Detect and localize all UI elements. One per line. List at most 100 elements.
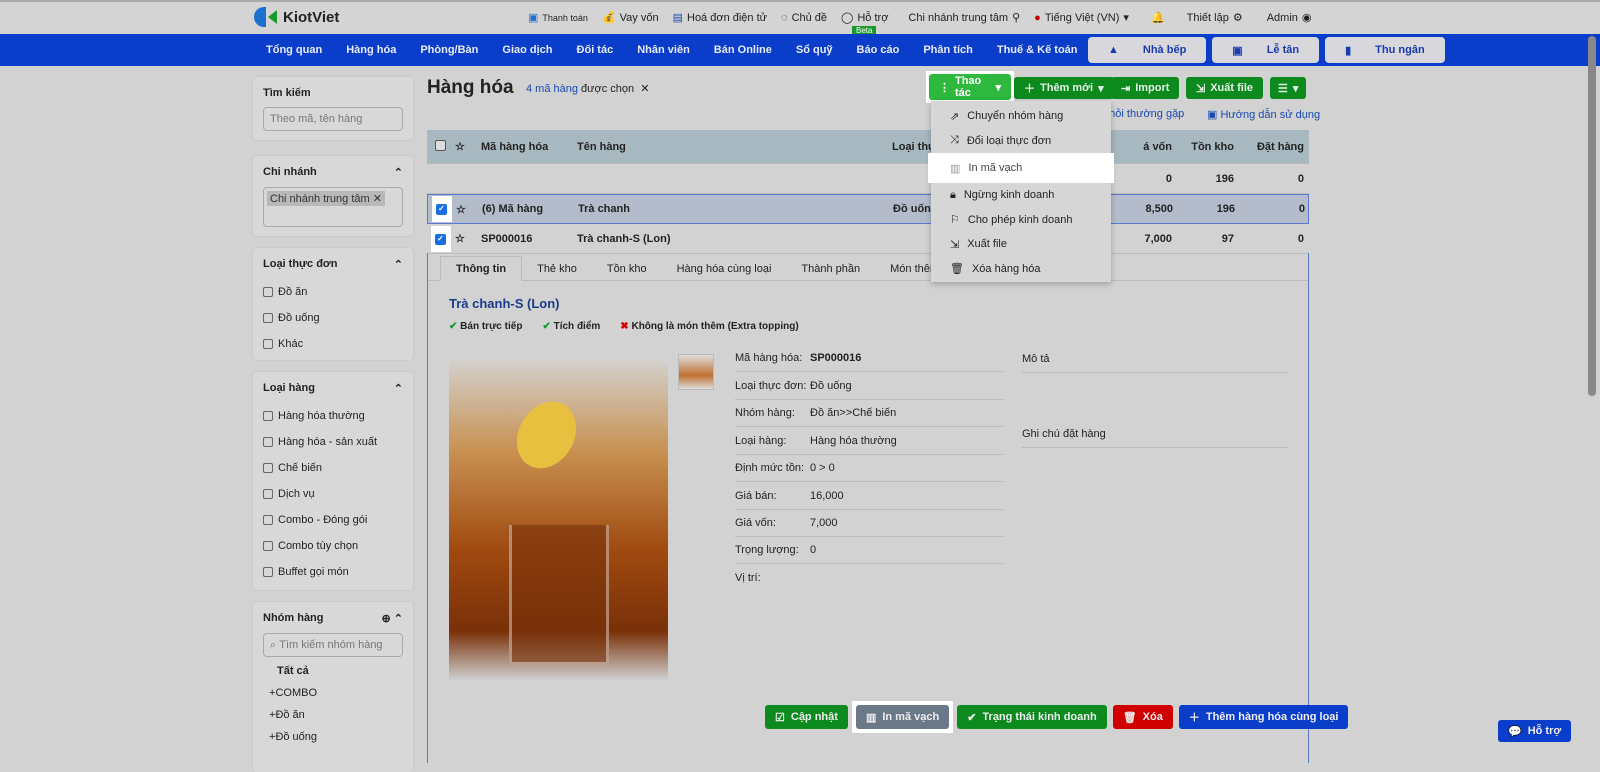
clear-selection-icon[interactable]: ✕ [640, 83, 649, 95]
update-button[interactable]: ☑ Cập nhật [765, 705, 848, 729]
user-icon: ◉ [1301, 12, 1312, 24]
actions-menu: ⇗ Chuyển nhóm hàng ⤨ Đổi loại thực đơn ▥ In… [928, 101, 1114, 282]
row-checkbox[interactable]: ✓ [427, 225, 455, 252]
branch-selector[interactable]: Chi nhánh trung tâm ⚲ [908, 11, 1020, 25]
flag-icon: ⚐ [950, 214, 960, 227]
nav-giao-dich[interactable]: Giao dịch [490, 44, 564, 56]
faq-link[interactable]: u hỏi thường gặp [1100, 108, 1184, 120]
goods-type-item[interactable]: Hàng hóa - sản xuất [263, 429, 403, 455]
cashier-button[interactable]: ▮ Thu ngân [1325, 37, 1445, 63]
goods-type-item[interactable]: Chế biến [263, 455, 403, 481]
groups-panel: Nhóm hàng ⊕ ⌃ ⌕ Tìm kiếm nhóm hàng Tất cả… [253, 602, 413, 772]
menu-item-change-menu-type[interactable]: ⤨ Đổi loại thực đơn [931, 129, 1111, 154]
menu-item-print-barcode[interactable]: ▥ In mã vạch [928, 153, 1114, 183]
actions-button[interactable]: ⋮ Thao tác ▾ [929, 74, 1011, 100]
nav-ban-online[interactable]: Bán Online [702, 44, 784, 56]
print-barcode-button[interactable]: ▥ In mã vạch [855, 705, 950, 729]
group-item[interactable]: +Đồ ăn [263, 709, 403, 731]
trash-icon: 🗑 [1122, 711, 1137, 724]
table-row[interactable]: ✓ ☆ (6) Mã hàng Trà chanh Đồ uống 8,500 … [427, 194, 1309, 224]
chevron-up-icon[interactable]: ⌃ [394, 613, 403, 625]
menu-item-stop-business[interactable]: 🔒︎ Ngừng kinh doanh [931, 183, 1111, 208]
chat-icon: 💬 [1508, 725, 1522, 738]
goods-type-item[interactable]: Dịch vụ [263, 481, 403, 507]
nav-phong-ban[interactable]: Phòng/Bàn [408, 44, 490, 56]
column-toggle-button[interactable]: ☰ ▾ [1270, 77, 1307, 99]
goods-type-item[interactable]: Combo tùy chọn [263, 533, 403, 559]
nav-bao-cao[interactable]: Báo cáo [845, 44, 912, 56]
bell-icon[interactable]: 🔔 [1151, 11, 1165, 24]
payment-icon: ▣ [528, 12, 539, 24]
chevron-up-icon[interactable]: ⌃ [394, 258, 403, 271]
nav-phan-tich[interactable]: Phân tích [911, 44, 985, 56]
nav-thue-ke-toan[interactable]: Thuế & Kế toán [985, 44, 1090, 56]
group-search-input[interactable]: ⌕ Tìm kiếm nhóm hàng [263, 633, 403, 657]
group-item[interactable]: +Đồ uống [263, 731, 403, 753]
guide-link[interactable]: ▣ Hướng dẫn sử dụng [1207, 108, 1320, 121]
order-note-label: Ghi chú đặt hàng [1022, 420, 1288, 448]
menu-item-allow-business[interactable]: ⚐ Cho phép kinh doanh [931, 208, 1111, 233]
add-group-icon[interactable]: ⊕ [382, 613, 391, 625]
language-selector[interactable]: ● Tiếng Việt (VN) ▾ [1034, 11, 1129, 25]
nav-nhan-vien[interactable]: Nhân viên [625, 44, 702, 56]
menu-item-delete[interactable]: 🗑 Xóa hàng hóa [931, 257, 1111, 282]
chevron-up-icon[interactable]: ⌃ [394, 166, 403, 179]
field-row: Giá vốn: 7,000 [735, 510, 1003, 537]
admin-menu[interactable]: Admin ◉ [1267, 11, 1312, 25]
product-thumbnail[interactable] [678, 354, 714, 390]
description-label: Mô tả [1022, 345, 1288, 373]
delete-button[interactable]: 🗑 Xóa [1112, 705, 1173, 729]
theme-link[interactable]: ◌ Chủ đề [781, 12, 827, 24]
table-row[interactable]: ✓ ☆ SP000016 Trà chanh-S (Lon) 7,000 97 … [427, 224, 1309, 254]
selected-count-link[interactable]: 4 mã hàng [526, 83, 578, 95]
row-checkbox[interactable]: ✓ [428, 196, 456, 222]
goods-type-item[interactable]: Buffet gọi món [263, 559, 403, 585]
tab-ton-kho[interactable]: Tồn kho [592, 256, 662, 281]
goods-type-item[interactable]: Combo - Đóng gói [263, 507, 403, 533]
star-icon[interactable]: ☆ [455, 140, 481, 153]
tab-thanh-phan[interactable]: Thành phần [786, 256, 875, 281]
vn-flag-icon: ● [1034, 11, 1041, 24]
nav-doi-tac[interactable]: Đối tác [565, 44, 626, 56]
tab-the-kho[interactable]: Thẻ kho [522, 256, 592, 281]
add-same-type-button[interactable]: ＋ Thêm hàng hóa cùng loại [1178, 705, 1349, 729]
kitchen-button[interactable]: ▲ Nhà bếp [1088, 37, 1207, 63]
export-button[interactable]: ⇲ Xuất file [1186, 77, 1264, 99]
support-link[interactable]: ◯ Hỗ trợ [841, 11, 888, 25]
goods-type-item[interactable]: Hàng hóa thường [263, 403, 403, 429]
nav-hang-hoa[interactable]: Hàng hóa [334, 44, 408, 56]
reception-button[interactable]: ▣ Lễ tân [1212, 37, 1320, 63]
select-all-checkbox[interactable] [427, 139, 455, 154]
payment-link[interactable]: ▣ Thanh toán [528, 11, 588, 24]
import-button[interactable]: ⇥ Import [1111, 77, 1180, 99]
group-item[interactable]: +COMBO [263, 687, 403, 709]
einvoice-link[interactable]: ▤ Hoá đơn điện tử [673, 11, 767, 25]
add-new-button[interactable]: ＋ Thêm mới ▾ [1014, 77, 1114, 99]
support-chat-button[interactable]: 💬 Hỗ trợ [1498, 720, 1572, 742]
nav-so-quy[interactable]: Sổ quỹ [784, 44, 845, 56]
scrollbar[interactable] [1588, 36, 1596, 396]
remove-tag-icon[interactable]: ✕ [373, 193, 382, 205]
trash-icon: 🗑 [950, 263, 964, 276]
business-status-button[interactable]: ✔ Trạng thái kinh doanh [957, 705, 1107, 729]
star-icon[interactable]: ☆ [456, 203, 482, 216]
logo[interactable]: KiotViet [254, 7, 339, 27]
branch-input[interactable]: Chi nhánh trung tâm ✕ [263, 187, 403, 227]
menu-item-export[interactable]: ⇲ Xuất file [931, 232, 1111, 257]
tab-cung-loai[interactable]: Hàng hóa cùng loại [662, 256, 787, 281]
group-all[interactable]: Tất cả [263, 665, 403, 687]
import-icon: ⇥ [1121, 82, 1131, 95]
nav-tong-quan[interactable]: Tổng quan [254, 44, 334, 56]
product-name: Trà chanh-S (Lon) [449, 296, 560, 311]
loan-link[interactable]: 💰 Vay vốn [602, 11, 659, 25]
menu-type-do-uong[interactable]: Đồ uống [263, 305, 403, 331]
chevron-up-icon[interactable]: ⌃ [394, 382, 403, 395]
menu-type-do-an[interactable]: Đồ ăn [263, 279, 403, 305]
menu-type-khac[interactable]: Khác [263, 331, 403, 357]
search-input[interactable]: Theo mã, tên hàng [263, 107, 403, 131]
field-row: Trọng lượng: 0 [735, 537, 1003, 564]
tab-thong-tin[interactable]: Thông tin [440, 256, 523, 281]
menu-item-move-group[interactable]: ⇗ Chuyển nhóm hàng [931, 104, 1111, 129]
star-icon[interactable]: ☆ [455, 232, 481, 245]
settings-link[interactable]: Thiết lập ⚙ [1187, 11, 1243, 25]
